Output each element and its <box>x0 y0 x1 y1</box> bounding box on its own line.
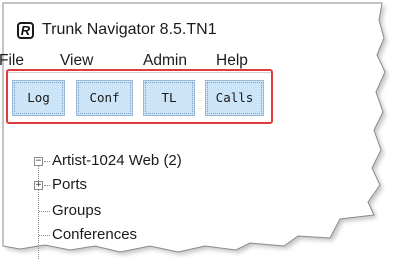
tree-connector <box>44 161 50 162</box>
tree-connector <box>44 185 50 186</box>
menu-bar: File View Admin Help <box>0 52 380 70</box>
calls-button[interactable]: Calls <box>205 80 264 116</box>
tree-node-ports[interactable]: Ports <box>52 176 87 194</box>
app-logo-icon: R <box>17 22 34 39</box>
tl-button[interactable]: TL <box>143 80 195 116</box>
menu-help[interactable]: Help <box>216 52 248 70</box>
conf-button[interactable]: Conf <box>76 80 133 116</box>
tree-node-conferences[interactable]: Conferences <box>52 226 137 244</box>
device-tree: − Artist-1024 Web (2) + Ports Groups Con… <box>0 150 380 260</box>
tree-node-root[interactable]: Artist-1024 Web (2) <box>52 152 182 170</box>
window-title: Trunk Navigator 8.5.TN1 <box>42 21 217 38</box>
collapse-icon[interactable]: − <box>34 157 43 166</box>
menu-file[interactable]: File <box>0 52 24 70</box>
title-bar: R Trunk Navigator 8.5.TN1 <box>6 8 376 48</box>
screenshot-stage: R Trunk Navigator 8.5.TN1 File View Admi… <box>0 0 395 260</box>
tree-connector <box>39 211 50 212</box>
menu-admin[interactable]: Admin <box>143 52 187 70</box>
expand-icon[interactable]: + <box>34 181 43 190</box>
tree-node-groups[interactable]: Groups <box>52 202 101 220</box>
menu-view[interactable]: View <box>60 52 93 70</box>
tree-connector <box>39 235 50 236</box>
log-button[interactable]: Log <box>12 80 65 116</box>
